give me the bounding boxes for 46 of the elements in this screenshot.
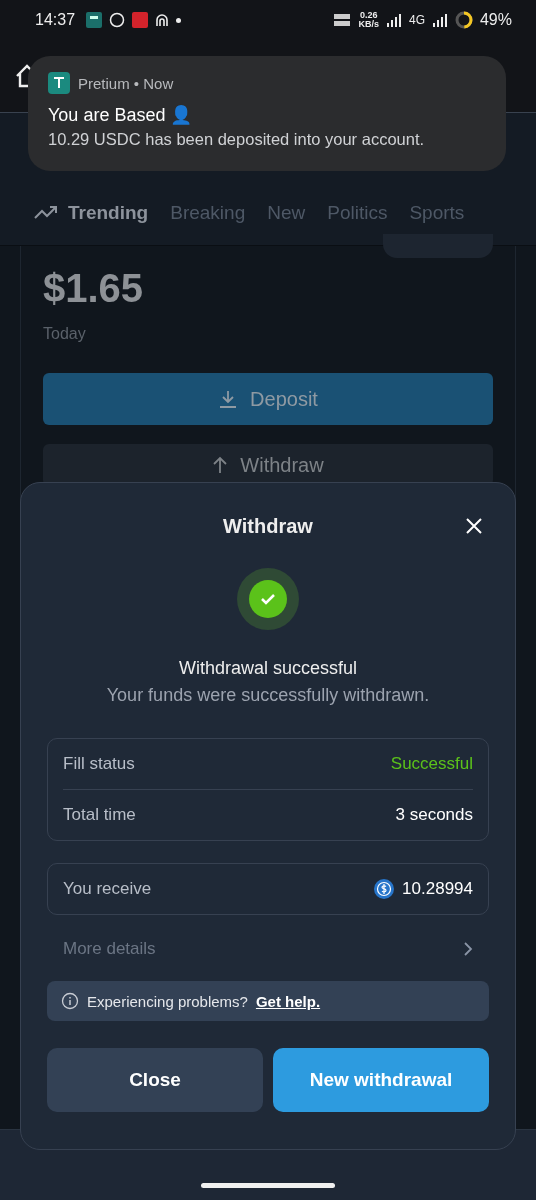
signal-icon: [431, 13, 448, 27]
close-button[interactable]: Close: [47, 1048, 263, 1112]
category-tab[interactable]: Trending: [34, 202, 149, 224]
download-icon: [218, 389, 239, 409]
info-icon: [61, 992, 79, 1010]
coin-icon: [374, 879, 395, 899]
deposit-button[interactable]: Deposit: [43, 373, 493, 425]
more-details-link[interactable]: More details: [47, 923, 489, 975]
detail-label: Fill status: [63, 754, 135, 774]
period-label: Today: [43, 325, 87, 343]
category-tab[interactable]: Sports: [409, 202, 465, 224]
category-tab[interactable]: Politics: [327, 202, 388, 224]
arch-icon: [155, 13, 170, 27]
help-link[interactable]: Get help.: [255, 992, 321, 1010]
arrow-up-icon: [212, 456, 229, 474]
help-text: Experiencing problems?: [87, 992, 248, 1010]
app-logo-icon: [48, 72, 70, 94]
chevron-right-icon: [463, 942, 473, 956]
detail-value: Successful: [390, 754, 473, 774]
success-heading: Withdrawal successful: [177, 658, 359, 679]
app-icon: [86, 12, 103, 28]
detail-label: Total time: [63, 805, 136, 825]
category-tab[interactable]: Breaking: [170, 202, 246, 224]
success-check-icon: [236, 567, 300, 631]
signal-icon: [385, 13, 402, 27]
notification-body: 10.29 USDC has been deposited into your account.: [48, 130, 426, 149]
notification-title: You are Based 👤: [48, 104, 194, 126]
receive-label: You receive: [63, 879, 152, 899]
trend-icon: [34, 206, 58, 220]
new-withdrawal-button[interactable]: New withdrawal: [273, 1048, 489, 1112]
battery-percent: 49%: [479, 11, 512, 29]
success-message: Your funds were successfully withdrawn.: [105, 685, 431, 706]
detail-value: 3 seconds: [395, 805, 473, 825]
network-type: 4G: [408, 13, 425, 27]
category-tab[interactable]: New: [267, 202, 306, 224]
clock-time: 14:37: [35, 11, 76, 29]
app-icon: [132, 12, 149, 28]
notification-card[interactable]: Pretium • Now You are Based 👤 10.29 USDC has been deposited into your account.: [28, 56, 506, 171]
network-speed: 0.26 KB/s: [358, 11, 379, 29]
notification-source: Pretium • Now: [78, 74, 174, 92]
portfolio-value: $1.65: [43, 266, 145, 311]
close-icon[interactable]: [465, 517, 483, 535]
receive-amount: 10.28994: [402, 879, 473, 899]
dialog-title: Withdraw: [223, 514, 313, 538]
dot-icon: [176, 17, 182, 23]
battery-ring-icon: [454, 11, 473, 29]
